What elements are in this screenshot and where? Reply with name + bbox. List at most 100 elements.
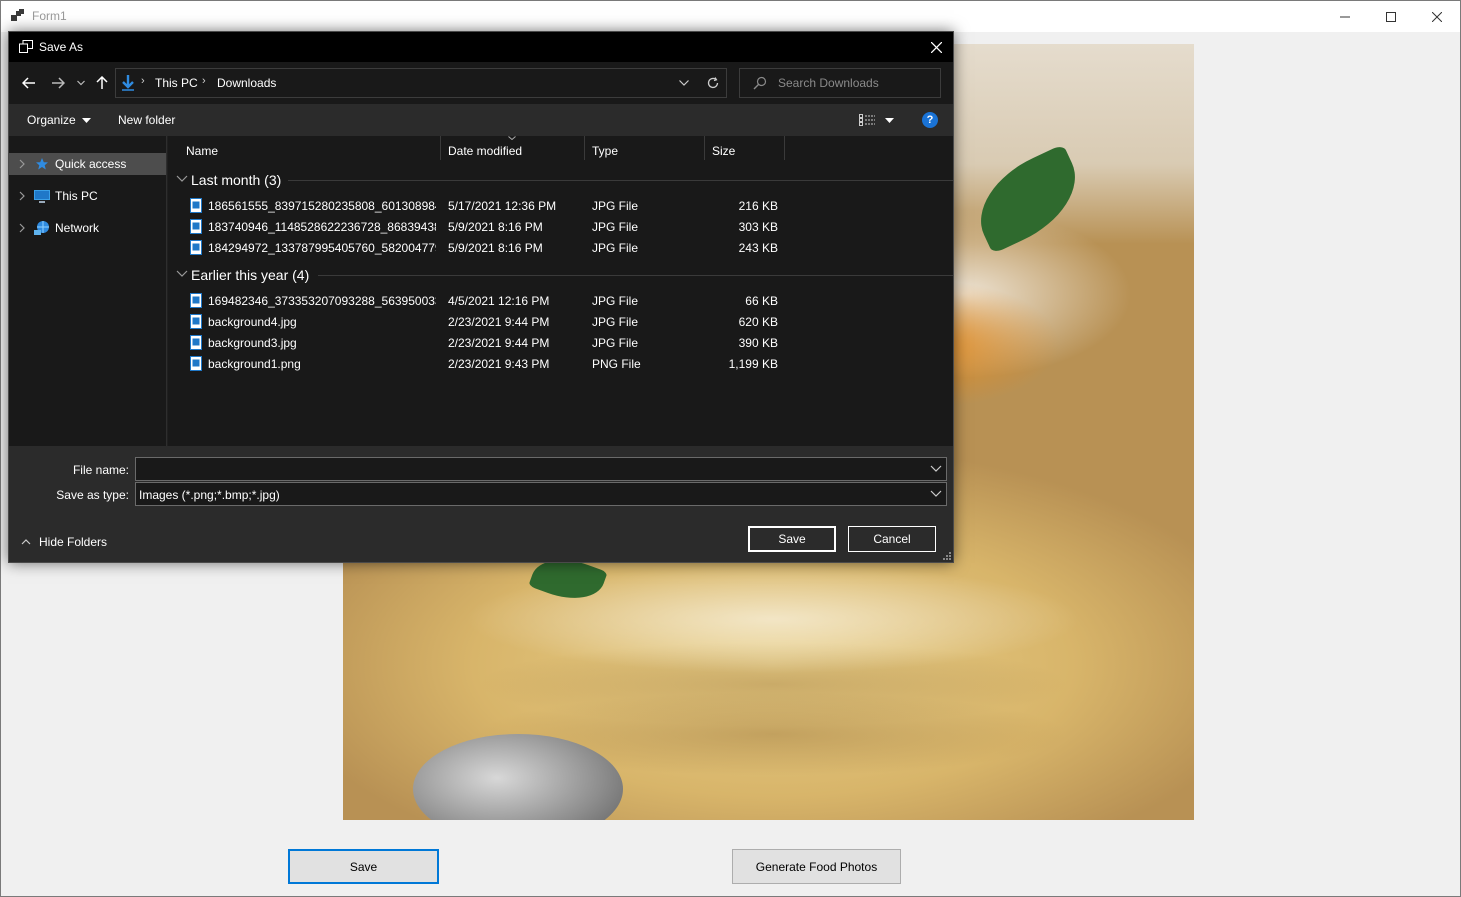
file-size: 216 KB [738,199,778,213]
nav-item-this-pc[interactable]: This PC [9,185,166,207]
image-file-icon [190,293,202,308]
column-type-label: Type [592,144,619,158]
image-file-icon [190,240,202,255]
column-name-label: Name [186,144,219,158]
column-header-size[interactable]: Size [706,136,786,162]
address-bar[interactable]: › This PC › Downloads [115,68,727,98]
dialog-title: Save As [39,40,84,54]
file-date: 5/17/2021 12:36 PM [448,199,557,213]
help-button[interactable]: ? [922,112,938,128]
recent-locations-button[interactable] [73,62,89,104]
breadcrumb-this-pc[interactable]: This PC [155,76,198,90]
resize-grip-icon[interactable] [943,552,951,560]
chevron-down-icon [679,80,689,86]
address-dropdown-button[interactable] [669,69,699,97]
close-button[interactable] [1414,1,1460,32]
file-row[interactable]: 169482346_373353207093288_5639500338... … [186,290,956,311]
file-row[interactable]: background1.png 2/23/2021 9:43 PM PNG Fi… [186,353,956,374]
column-date-label: Date modified [448,144,523,158]
form-titlebar[interactable]: Form1 [1,1,1460,32]
file-size: 303 KB [738,220,778,234]
chevron-down-icon [77,80,85,86]
caret-down-icon [885,117,894,123]
up-button[interactable] [93,62,111,104]
file-type: PNG File [592,357,641,371]
file-row[interactable]: 186561555_839715280235808_6013089842... … [186,195,956,216]
hide-folders-button[interactable]: Hide Folders [21,532,107,552]
file-date: 4/5/2021 12:16 PM [448,294,550,308]
image-file-icon [190,314,202,329]
column-header-name[interactable]: Name [180,136,442,162]
forward-button[interactable] [46,62,70,104]
file-date: 5/9/2021 8:16 PM [448,241,543,255]
close-icon [1432,11,1442,22]
chevron-down-icon[interactable] [930,490,942,498]
save-as-dialog: Save As › This PC › Downloads Search Dow… [8,31,954,563]
chevron-right-icon [19,159,25,169]
minimize-button[interactable] [1322,1,1368,32]
search-box[interactable] [739,68,941,98]
close-icon [930,41,942,53]
chevron-down-icon [176,270,188,277]
group-header-earlier-this-year[interactable]: Earlier this year (4) [176,264,953,286]
image-file-icon [190,219,202,234]
file-date: 2/23/2021 9:43 PM [448,357,550,371]
file-date: 2/23/2021 9:44 PM [448,315,550,329]
file-type: JPG File [592,315,639,329]
file-name: 183740946_1148528622236728_868394382... [208,220,436,234]
chevron-down-icon[interactable] [930,465,942,473]
file-list-pane: Name Date modified Type Size Last month … [168,136,953,446]
view-options-dropdown[interactable] [885,104,894,136]
nav-item-quick-access[interactable]: Quick access [9,153,166,175]
refresh-icon [707,77,719,89]
back-button[interactable] [17,62,41,104]
file-row[interactable]: background4.jpg 2/23/2021 9:44 PM JPG Fi… [186,311,956,332]
file-size: 243 KB [738,241,778,255]
new-folder-button[interactable]: New folder [118,104,175,136]
network-icon [34,221,49,235]
dialog-close-button[interactable] [919,32,953,62]
file-row[interactable]: 183740946_1148528622236728_868394382... … [186,216,956,237]
column-divider[interactable] [584,136,585,160]
organize-menu-button[interactable]: Organize [27,104,91,136]
image-file-icon [190,198,202,213]
details-view-icon [859,114,875,126]
dialog-cancel-button[interactable]: Cancel [848,526,936,552]
column-header-date-modified[interactable]: Date modified [442,136,586,162]
dialog-save-button[interactable]: Save [748,526,836,552]
file-row[interactable]: 184294972_133787995405760_5820047790... … [186,237,956,258]
group-label: Last month (3) [191,172,282,188]
save-as-type-select[interactable]: Images (*.png;*.bmp;*.jpg) [135,482,947,506]
file-name: 169482346_373353207093288_5639500338... [208,294,436,308]
file-size: 1,199 KB [728,357,778,371]
image-file-icon [190,335,202,350]
navigation-pane: Quick access This PC Network [9,136,167,446]
column-size-label: Size [712,144,736,158]
maximize-button[interactable] [1368,1,1414,32]
breadcrumb-chevron-icon: › [141,75,145,87]
column-header-type[interactable]: Type [586,136,706,162]
file-name-label: File name: [72,463,129,477]
group-header-last-month[interactable]: Last month (3) [176,169,953,191]
column-divider[interactable] [704,136,705,160]
save-button[interactable]: Save [288,849,439,884]
generate-food-photos-button[interactable]: Generate Food Photos [732,849,901,884]
organize-label: Organize [27,113,76,127]
chevron-right-icon [19,223,25,233]
nav-item-network[interactable]: Network [9,217,166,239]
dialog-titlebar[interactable]: Save As [9,32,953,62]
file-size: 390 KB [738,336,778,350]
column-divider[interactable] [784,136,785,160]
breadcrumb-downloads[interactable]: Downloads [217,76,276,90]
file-row[interactable]: background3.jpg 2/23/2021 9:44 PM JPG Fi… [186,332,956,353]
group-label: Earlier this year (4) [191,267,310,283]
refresh-button[interactable] [699,68,727,98]
breadcrumb-chevron-icon: › [202,75,206,87]
file-type: JPG File [592,220,639,234]
file-name-combobox[interactable] [135,457,947,481]
arrow-up-icon [96,76,108,89]
search-input[interactable] [778,70,938,96]
column-divider[interactable] [440,136,441,160]
image-file-icon [190,356,202,371]
change-view-button[interactable] [859,104,875,136]
